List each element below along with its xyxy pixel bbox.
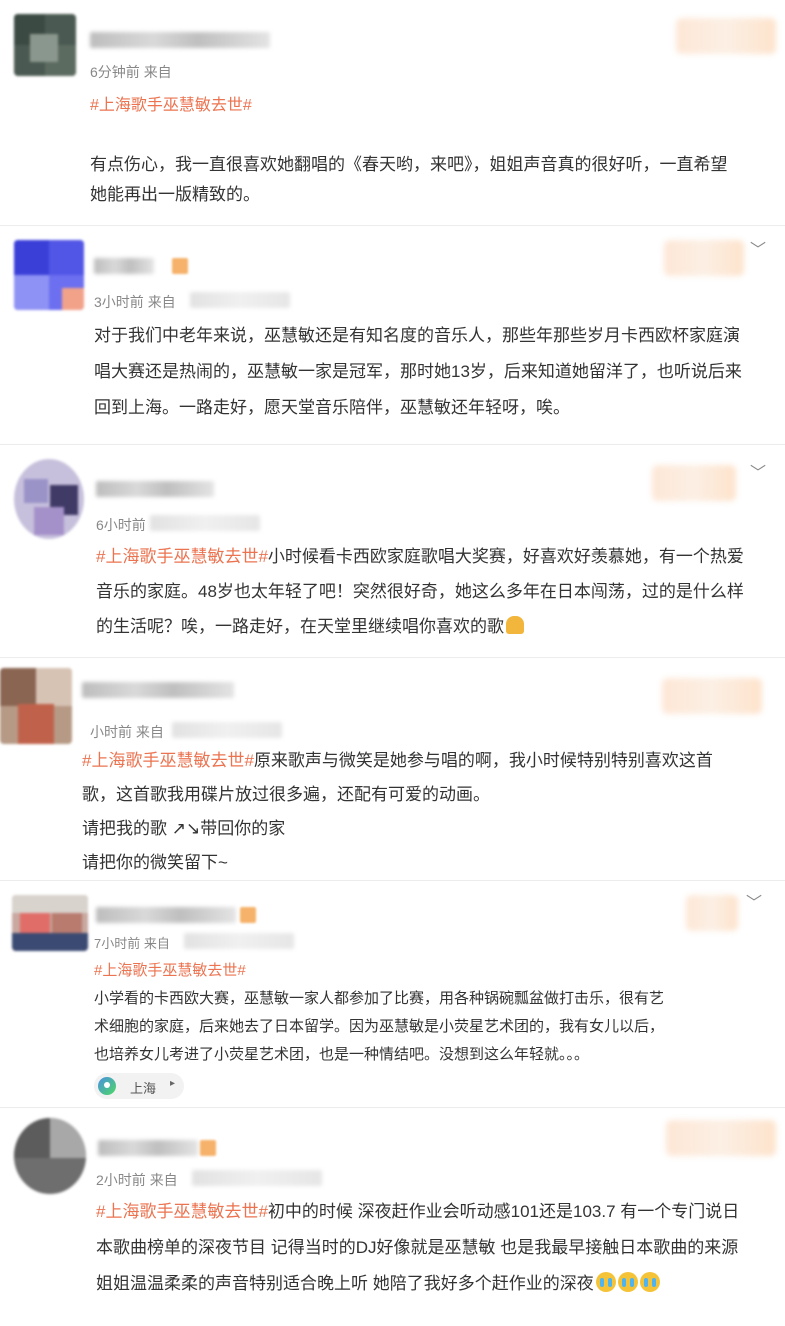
post-time: 6分钟前	[90, 64, 140, 80]
post-meta: 小时前 来自	[90, 722, 164, 742]
post-meta: 3小时前 来自	[94, 292, 176, 312]
avatar[interactable]	[14, 14, 76, 76]
post-time: 2小时前	[96, 1172, 146, 1188]
post-meta: 6分钟前 来自	[90, 62, 172, 82]
post-text-line: 请把你的微笑留下~	[82, 853, 228, 872]
source-name[interactable]	[190, 292, 290, 308]
post-text: 对于我们中老年来说，巫慧敏还是有知名度的音乐人，那些年那些岁月卡西欧杯家庭演 唱…	[94, 318, 742, 426]
post-text: #上海歌手巫慧敏去世#小时候看卡西欧家庭歌唱大奖赛，好喜欢好羡慕她，有一个热爱 …	[96, 539, 744, 644]
avatar[interactable]	[14, 240, 84, 310]
post-time: 6小时前	[96, 517, 146, 533]
hashtag-link[interactable]: #上海歌手巫慧敏去世#	[90, 91, 252, 115]
source-label: 来自	[147, 294, 176, 310]
avatar[interactable]	[12, 895, 88, 951]
comment-card: ﹀ 3小时前 来自 对于我们中老年来说，巫慧敏还是有知名度的音乐人，那些年那些岁…	[0, 226, 785, 444]
post-text-line: #上海歌手巫慧敏去世#小时候看卡西欧家庭歌唱大奖赛，好喜欢好羡慕她，有一个热爱	[96, 539, 744, 574]
source-label: 来自	[149, 1172, 178, 1188]
post-text-line: #上海歌手巫慧敏去世#原来歌声与微笑是她参与唱的啊，我小时候特别特别喜欢这首	[82, 744, 713, 778]
source-name[interactable]	[150, 515, 260, 531]
post-text-segment: 初中的时候 深夜赶作业会听动感101还是103.7 有一个专门说日	[267, 1202, 740, 1221]
post-text-line: 对于我们中老年来说，巫慧敏还是有知名度的音乐人，那些年那些岁月卡西欧杯家庭演	[94, 326, 740, 345]
post-meta: 7小时前 来自	[94, 933, 170, 952]
loudly-crying-face-emoji	[639, 1272, 660, 1292]
post-time: 7小时前	[94, 936, 141, 951]
post-text-segment: 的生活呢？唉，一路走好，在天堂里继续唱你喜欢的歌	[96, 617, 504, 636]
chevron-down-icon[interactable]: ﹀	[746, 889, 762, 913]
post-text-line: #上海歌手巫慧敏去世#初中的时候 深夜赶作业会听动感101还是103.7 有一个…	[96, 1194, 739, 1230]
hashtag-link[interactable]: #上海歌手巫慧敏去世#	[96, 547, 268, 566]
follow-button[interactable]	[676, 18, 776, 54]
post-text-line: 本歌曲榜单的深夜节目 记得当时的DJ好像就是巫慧敏 也是我最早接触日本歌曲的来源	[96, 1238, 739, 1257]
source-label: 来自	[143, 64, 172, 80]
source-name[interactable]	[192, 1170, 322, 1186]
post-meta: 6小时前	[96, 515, 146, 535]
username[interactable]	[90, 32, 270, 48]
post-text: #上海歌手巫慧敏去世#原来歌声与微笑是她参与唱的啊，我小时候特别特别喜欢这首 歌…	[82, 744, 713, 880]
chevron-right-icon: ▸	[170, 1078, 176, 1089]
hashtag-link[interactable]: #上海歌手巫慧敏去世#	[82, 751, 254, 770]
avatar[interactable]	[0, 668, 72, 744]
post-text-segment: 姐姐温温柔柔的声音特别适合晚上听 她陪了我好多个赶作业的深夜	[96, 1274, 594, 1293]
location-label: 上海	[130, 1081, 157, 1096]
post-text: 有点伤心，我一直很喜欢她翻唱的《春天哟，来吧》，姐姐声音真的很好听，一直希望 她…	[90, 150, 728, 210]
post-text-line: 小学看的卡西欧大赛，巫慧敏一家人都参加了比赛，用各种锅碗瓢盆做打击乐，很有艺	[94, 990, 665, 1007]
post-text: #上海歌手巫慧敏去世#初中的时候 深夜赶作业会听动感101还是103.7 有一个…	[96, 1194, 739, 1302]
avatar[interactable]	[14, 459, 84, 539]
post-text-line: 请把我的歌 ↗↘带回你的家	[82, 819, 286, 838]
chevron-down-icon[interactable]: ﹀	[750, 459, 766, 483]
post-time: 3小时前	[94, 294, 144, 310]
location-tag[interactable]: 上海 ▸	[94, 1073, 184, 1099]
badge-icon	[172, 258, 188, 274]
hashtag-link[interactable]: #上海歌手巫慧敏去世#	[96, 1202, 268, 1221]
post-text-line: 回到上海。一路走好，愿天堂音乐陪伴，巫慧敏还年轻呀，唉。	[94, 398, 570, 417]
username[interactable]	[94, 258, 154, 274]
comment-card: 6分钟前 来自 #上海歌手巫慧敏去世# 有点伤心，我一直很喜欢她翻唱的《春天哟，…	[0, 0, 785, 225]
source-label: 来自	[143, 936, 170, 951]
comment-card: ﹀ 7小时前 来自 #上海歌手巫慧敏去世# 小学看的卡西欧大赛，巫慧敏一家人都参…	[0, 881, 785, 1107]
follow-button[interactable]	[686, 895, 738, 931]
post-time: 小时前	[90, 724, 132, 740]
loudly-crying-face-emoji	[617, 1272, 638, 1292]
comment-card: 2小时前 来自 #上海歌手巫慧敏去世#初中的时候 深夜赶作业会听动感101还是1…	[0, 1108, 785, 1326]
follow-button[interactable]	[664, 240, 744, 276]
source-name[interactable]	[172, 722, 282, 738]
follow-button[interactable]	[652, 465, 736, 501]
post-text-segment: 小时候看卡西欧家庭歌唱大奖赛，好喜欢好羡慕她，有一个热爱	[267, 547, 744, 566]
loudly-crying-face-emoji	[595, 1272, 616, 1292]
avatar[interactable]	[14, 1118, 86, 1194]
source-label: 来自	[135, 724, 164, 740]
post-text: 小学看的卡西欧大赛，巫慧敏一家人都参加了比赛，用各种锅碗瓢盆做打击乐，很有艺 术…	[94, 985, 664, 1069]
post-text-line: 也培养女儿考进了小荧星艺术团，也是一种情结吧。没想到这么年轻就。。。	[94, 1046, 590, 1063]
comment-card: ﹀ 6小时前 #上海歌手巫慧敏去世#小时候看卡西欧家庭歌唱大奖赛，好喜欢好羡慕她…	[0, 445, 785, 657]
badge-icon	[200, 1140, 216, 1156]
location-pin-icon	[98, 1077, 116, 1095]
chevron-down-icon[interactable]: ﹀	[750, 236, 766, 260]
follow-button[interactable]	[666, 1120, 776, 1156]
post-text-line: 术细胞的家庭，后来她去了日本留学。因为巫慧敏是小荧星艺术团的，我有女儿以后，	[94, 1018, 665, 1035]
hashtag-link[interactable]: #上海歌手巫慧敏去世#	[94, 959, 246, 980]
source-name[interactable]	[184, 933, 294, 949]
post-text-line: 音乐的家庭。48岁也太年轻了吧！突然很好奇，她这么多年在日本闯荡，过的是什么样	[96, 582, 744, 601]
post-text-segment: 原来歌声与微笑是她参与唱的啊，我小时候特别特别喜欢这首	[253, 751, 713, 770]
post-text-line: 有点伤心，我一直很喜欢她翻唱的《春天哟，来吧》，姐姐声音真的很好听，一直希望	[90, 155, 728, 174]
post-text-line: 唱大赛还是热闹的，巫慧敏一家是冠军，那时她13岁，后来知道她留洋了，也听说后来	[94, 362, 742, 381]
post-text-line: 歌，这首歌我用碟片放过很多遍，还配有可爱的动画。	[82, 785, 490, 804]
post-text-line: 姐姐温温柔柔的声音特别适合晚上听 她陪了我好多个赶作业的深夜	[96, 1266, 739, 1302]
folded-hands-emoji	[506, 616, 524, 634]
username[interactable]	[96, 907, 236, 923]
badge-icon	[240, 907, 256, 923]
username[interactable]	[82, 682, 234, 698]
post-meta: 2小时前 来自	[96, 1170, 178, 1190]
post-text-line: 的生活呢？唉，一路走好，在天堂里继续唱你喜欢的歌	[96, 609, 744, 644]
username[interactable]	[96, 481, 214, 497]
post-text-line: 她能再出一版精致的。	[90, 185, 260, 204]
comment-card: 小时前 来自 #上海歌手巫慧敏去世#原来歌声与微笑是她参与唱的啊，我小时候特别特…	[0, 658, 785, 880]
username[interactable]	[98, 1140, 198, 1156]
follow-button[interactable]	[662, 678, 762, 714]
